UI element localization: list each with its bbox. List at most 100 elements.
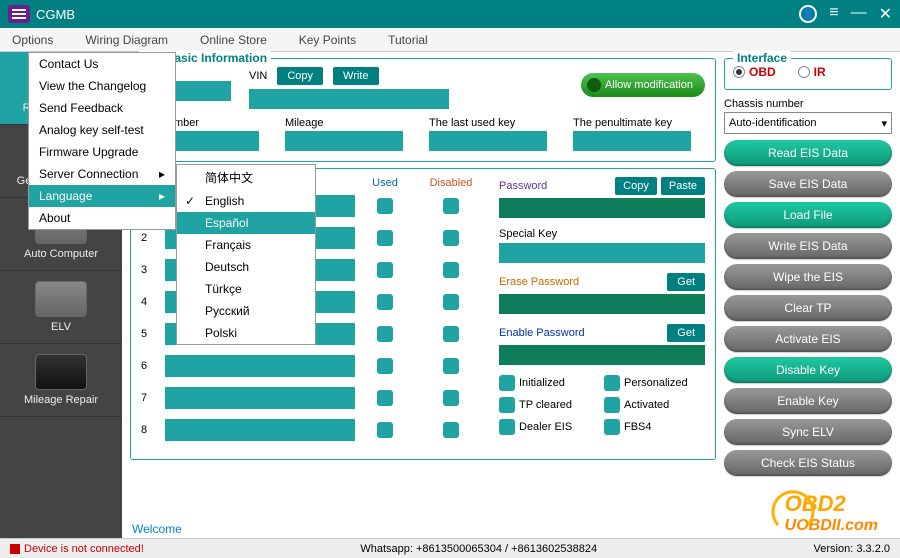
status-checkbox — [604, 419, 620, 435]
action-enable-key[interactable]: Enable Key — [724, 388, 892, 414]
menu-tutorial[interactable]: Tutorial — [388, 33, 428, 47]
erase-pw-label: Erase Password — [499, 276, 579, 288]
status-checkbox — [499, 397, 515, 413]
disabled-checkbox[interactable] — [443, 326, 459, 342]
used-checkbox[interactable] — [377, 390, 393, 406]
status-label: FBS4 — [624, 421, 652, 433]
key-num: 2 — [141, 232, 165, 244]
options-item-6[interactable]: Language▸ — [29, 185, 175, 207]
allow-modification-toggle[interactable]: Allow modification — [581, 73, 705, 97]
used-checkbox[interactable] — [377, 294, 393, 310]
used-checkbox[interactable] — [377, 422, 393, 438]
key-num: 3 — [141, 264, 165, 276]
eis-field-label: The last used key — [429, 117, 547, 129]
options-item-3[interactable]: Analog key self-test — [29, 119, 175, 141]
language-item-5[interactable]: Türkçe — [177, 278, 315, 300]
disabled-checkbox[interactable] — [443, 422, 459, 438]
user-icon[interactable]: 👤 — [799, 5, 817, 23]
pw-paste-button[interactable]: Paste — [661, 177, 705, 195]
action-disable-key[interactable]: Disable Key — [724, 357, 892, 383]
options-dropdown: Contact UsView the ChangelogSend Feedbac… — [28, 52, 176, 230]
options-item-1[interactable]: View the Changelog — [29, 75, 175, 97]
minimize-button[interactable]: — — [851, 4, 867, 24]
menu-wiring[interactable]: Wiring Diagram — [85, 33, 168, 47]
sidebar-label: ELV — [51, 321, 71, 333]
erase-pw-value — [499, 294, 705, 314]
close-button[interactable]: ✕ — [879, 4, 892, 24]
disabled-checkbox[interactable] — [443, 198, 459, 214]
key-bar — [165, 387, 355, 409]
ir-radio[interactable]: IR — [798, 65, 826, 79]
disabled-checkbox[interactable] — [443, 390, 459, 406]
disabled-checkbox[interactable] — [443, 262, 459, 278]
write-button[interactable]: Write — [333, 67, 378, 85]
menu-keypoints[interactable]: Key Points — [299, 33, 356, 47]
pw-copy-button[interactable]: Copy — [615, 177, 657, 195]
status-checkbox — [604, 375, 620, 391]
key-bar — [165, 355, 355, 377]
sidebar-icon — [35, 281, 87, 317]
menu-icon[interactable]: ≡ — [829, 4, 838, 24]
app-logo — [8, 5, 30, 23]
action-clear-tp[interactable]: Clear TP — [724, 295, 892, 321]
options-item-2[interactable]: Send Feedback — [29, 97, 175, 119]
status-label: TP cleared — [519, 399, 572, 411]
options-item-4[interactable]: Firmware Upgrade — [29, 141, 175, 163]
vin-value — [249, 89, 449, 109]
action-load-file[interactable]: Load File — [724, 202, 892, 228]
menubar: Options Wiring Diagram Online Store Key … — [0, 28, 900, 52]
password-label: Password — [499, 180, 547, 192]
used-checkbox[interactable] — [377, 358, 393, 374]
erase-get-button[interactable]: Get — [667, 273, 705, 291]
interface-legend: Interface — [733, 51, 791, 65]
copy-button[interactable]: Copy — [277, 67, 323, 85]
options-item-0[interactable]: Contact Us — [29, 53, 175, 75]
language-item-1[interactable]: English — [177, 190, 315, 212]
action-wipe-the-eis[interactable]: Wipe the EIS — [724, 264, 892, 290]
action-sync-elv[interactable]: Sync ELV — [724, 419, 892, 445]
options-item-5[interactable]: Server Connection▸ — [29, 163, 175, 185]
used-checkbox[interactable] — [377, 262, 393, 278]
sidebar-item-4[interactable]: Mileage Repair — [0, 344, 122, 417]
titlebar: CGMB 👤 ≡ — ✕ — [0, 0, 900, 28]
action-check-eis-status[interactable]: Check EIS Status — [724, 450, 892, 476]
key-num: 6 — [141, 360, 165, 372]
status-label: Initialized — [519, 377, 565, 389]
menu-options[interactable]: Options — [12, 33, 53, 47]
action-read-eis-data[interactable]: Read EIS Data — [724, 140, 892, 166]
action-save-eis-data[interactable]: Save EIS Data — [724, 171, 892, 197]
key-num: 4 — [141, 296, 165, 308]
obd-radio[interactable]: OBD — [733, 65, 776, 79]
used-checkbox[interactable] — [377, 230, 393, 246]
vin-label: VIN — [249, 70, 267, 82]
status-checkbox — [499, 419, 515, 435]
used-checkbox[interactable] — [377, 326, 393, 342]
menu-store[interactable]: Online Store — [200, 33, 267, 47]
enable-get-button[interactable]: Get — [667, 324, 705, 342]
language-item-4[interactable]: Deutsch — [177, 256, 315, 278]
action-activate-eis[interactable]: Activate EIS — [724, 326, 892, 352]
action-write-eis-data[interactable]: Write EIS Data — [724, 233, 892, 259]
status-checkbox — [604, 397, 620, 413]
password-value — [499, 198, 705, 218]
language-item-3[interactable]: Français — [177, 234, 315, 256]
used-checkbox[interactable] — [377, 198, 393, 214]
language-item-2[interactable]: Español — [177, 212, 315, 234]
disabled-checkbox[interactable] — [443, 294, 459, 310]
used-header: Used — [355, 177, 415, 189]
sidebar-icon — [35, 354, 87, 390]
eis-field-value — [285, 131, 403, 151]
sidebar-item-3[interactable]: ELV — [0, 271, 122, 344]
language-item-6[interactable]: Русский — [177, 300, 315, 322]
options-item-7[interactable]: About — [29, 207, 175, 229]
special-key-value — [499, 243, 705, 263]
status-label: Activated — [624, 399, 669, 411]
chassis-select[interactable]: Auto-identification▾ — [724, 112, 892, 134]
language-item-7[interactable]: Polski — [177, 322, 315, 344]
disabled-checkbox[interactable] — [443, 358, 459, 374]
disabled-checkbox[interactable] — [443, 230, 459, 246]
language-item-0[interactable]: 简体中文 — [177, 165, 315, 190]
key-bar — [165, 419, 355, 441]
eis-field-value — [429, 131, 547, 151]
welcome-text: Welcome — [132, 522, 182, 536]
